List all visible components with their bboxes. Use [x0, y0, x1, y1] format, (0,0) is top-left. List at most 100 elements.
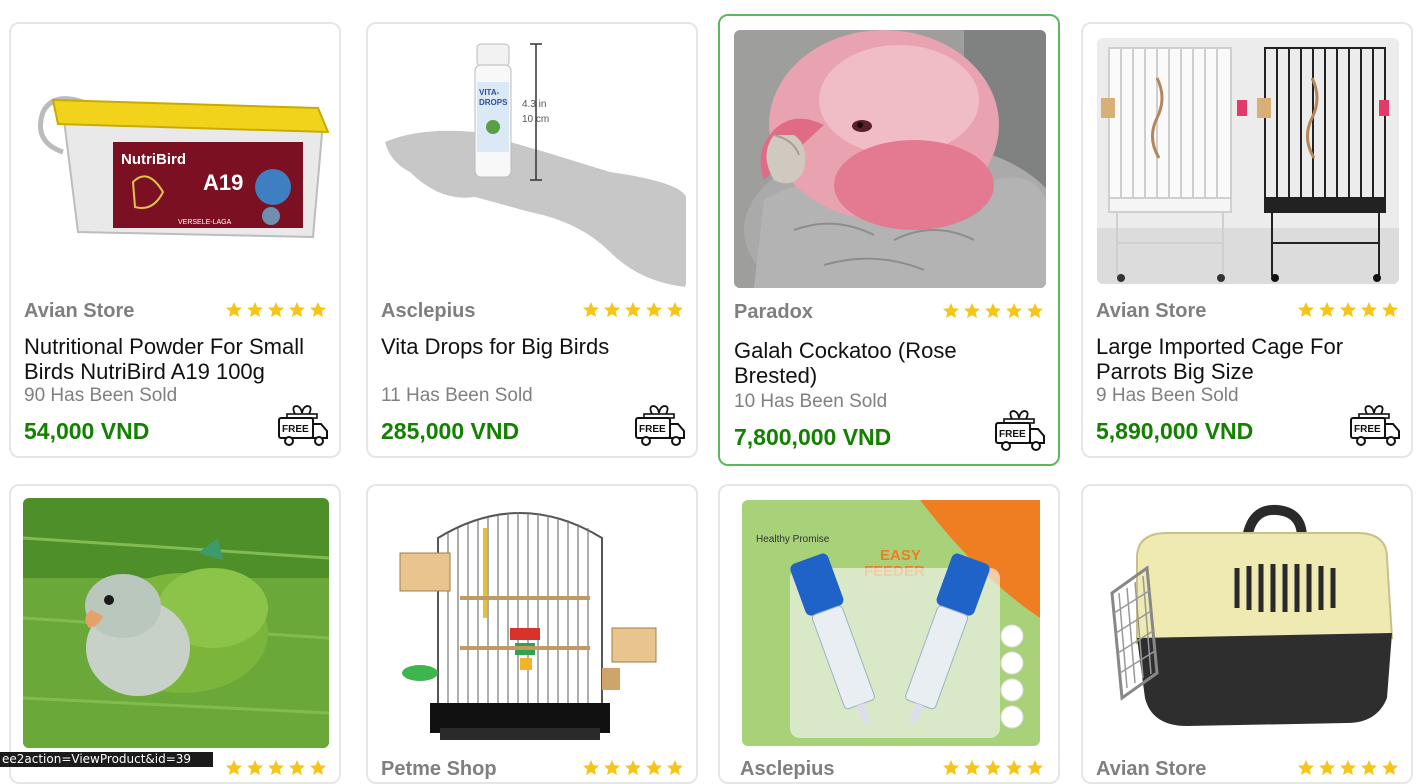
star-icon — [985, 760, 1001, 775]
seller-name[interactable]: Paradox — [734, 301, 813, 324]
product-price: 5,890,000 VND — [1096, 418, 1254, 444]
star-icon — [1006, 760, 1022, 775]
rating-stars — [942, 302, 1044, 319]
svg-text:10 cm: 10 cm — [522, 114, 549, 125]
seller-name[interactable]: Avian Store — [1096, 758, 1206, 781]
rating-stars — [942, 759, 1044, 776]
star-icon — [310, 302, 326, 317]
product-price: 7,800,000 VND — [734, 424, 892, 450]
star-icon — [943, 303, 959, 318]
product-image[interactable]: Healthy Promise EASY FEEDER — [740, 498, 1042, 748]
product-card[interactable]: Avian Store — [1081, 484, 1413, 784]
product-name[interactable]: Vita Drops for Big Birds — [381, 334, 681, 359]
svg-text:NutriBird: NutriBird — [121, 151, 186, 168]
product-card[interactable]: Healthy Promise EASY FEEDER Asclepius — [718, 484, 1060, 784]
svg-text:A19: A19 — [203, 170, 243, 195]
seller-name[interactable]: Avian Store — [24, 300, 134, 323]
rating-stars — [582, 759, 684, 776]
star-icon — [1340, 760, 1356, 775]
sold-count: 9 Has Been Sold — [1096, 385, 1239, 406]
svg-text:FREE: FREE — [1354, 424, 1381, 435]
svg-text:DROPS: DROPS — [479, 98, 508, 107]
product-card[interactable] — [9, 484, 341, 784]
star-icon — [646, 302, 662, 317]
sold-count: 11 Has Been Sold — [381, 385, 533, 406]
star-icon — [646, 760, 662, 775]
rating-stars — [225, 759, 327, 776]
star-icon — [985, 303, 1001, 318]
star-icon — [1319, 302, 1335, 317]
product-name[interactable]: Large Imported Cage For Parrots Big Size — [1096, 334, 1396, 384]
product-image[interactable] — [380, 498, 686, 748]
svg-text:VITA-: VITA- — [479, 88, 500, 97]
star-icon — [943, 760, 959, 775]
star-icon — [1382, 760, 1398, 775]
star-icon — [1298, 302, 1314, 317]
sold-count: 10 Has Been Sold — [734, 391, 888, 412]
star-icon — [1361, 760, 1377, 775]
product-price: 54,000 VND — [24, 418, 150, 444]
star-icon — [268, 760, 284, 775]
product-name[interactable]: Nutritional Powder For Small Birds Nutri… — [24, 334, 324, 384]
svg-text:EASY: EASY — [880, 547, 921, 564]
seller-name[interactable]: Avian Store — [1096, 300, 1206, 323]
rating-stars — [1297, 301, 1399, 318]
seller-name[interactable]: Asclepius — [381, 300, 475, 323]
svg-text:FREE: FREE — [999, 429, 1026, 440]
product-image[interactable] — [1097, 498, 1399, 748]
star-icon — [1340, 302, 1356, 317]
star-icon — [1319, 760, 1335, 775]
sold-count: 90 Has Been Sold — [24, 385, 178, 406]
svg-text:Healthy Promise: Healthy Promise — [756, 534, 830, 545]
product-card[interactable]: NutriBird A19 VERSELE-LAGA Avian Store N… — [9, 22, 341, 458]
free-shipping-icon: FREE — [994, 409, 1046, 460]
product-image[interactable]: VITA- DROPS 4.3 in 10 cm — [380, 32, 686, 289]
svg-text:4.3 in: 4.3 in — [522, 99, 546, 110]
star-icon — [604, 302, 620, 317]
product-price: 285,000 VND — [381, 418, 520, 444]
product-image[interactable] — [1097, 38, 1399, 284]
free-shipping-icon: FREE — [634, 404, 686, 455]
star-icon — [247, 302, 263, 317]
svg-text:FREE: FREE — [282, 424, 309, 435]
star-icon — [583, 760, 599, 775]
status-bar-link-preview: ee2action=ViewProduct&id=39 — [0, 752, 213, 767]
rating-stars — [225, 301, 327, 318]
star-icon — [1298, 760, 1314, 775]
star-icon — [1027, 760, 1043, 775]
star-icon — [226, 760, 242, 775]
seller-name[interactable]: Asclepius — [740, 758, 834, 781]
star-icon — [1006, 303, 1022, 318]
star-icon — [226, 302, 242, 317]
free-shipping-icon: FREE — [277, 404, 329, 455]
seller-name[interactable]: Petme Shop — [381, 758, 497, 781]
star-icon — [1027, 303, 1043, 318]
product-image[interactable] — [23, 498, 329, 748]
svg-text:VERSELE-LAGA: VERSELE-LAGA — [178, 219, 232, 226]
free-shipping-icon: FREE — [1349, 404, 1401, 455]
star-icon — [604, 760, 620, 775]
star-icon — [625, 302, 641, 317]
star-icon — [310, 760, 326, 775]
product-image[interactable]: NutriBird A19 VERSELE-LAGA — [23, 32, 329, 289]
star-icon — [964, 303, 980, 318]
product-image[interactable] — [734, 30, 1046, 288]
star-icon — [289, 760, 305, 775]
product-card[interactable]: Petme Shop — [366, 484, 698, 784]
star-icon — [1361, 302, 1377, 317]
product-card[interactable]: Avian Store Large Imported Cage For Parr… — [1081, 22, 1413, 458]
product-card[interactable]: VITA- DROPS 4.3 in 10 cm Asclepius Vita … — [366, 22, 698, 458]
star-icon — [583, 302, 599, 317]
rating-stars — [1297, 759, 1399, 776]
star-icon — [667, 760, 683, 775]
svg-text:FREE: FREE — [639, 424, 666, 435]
product-card[interactable]: Paradox Galah Cockatoo (Rose Brested) 10… — [718, 14, 1060, 466]
star-icon — [964, 760, 980, 775]
star-icon — [1382, 302, 1398, 317]
product-name[interactable]: Galah Cockatoo (Rose Brested) — [734, 338, 1034, 388]
star-icon — [247, 760, 263, 775]
star-icon — [289, 302, 305, 317]
star-icon — [625, 760, 641, 775]
rating-stars — [582, 301, 684, 318]
star-icon — [667, 302, 683, 317]
